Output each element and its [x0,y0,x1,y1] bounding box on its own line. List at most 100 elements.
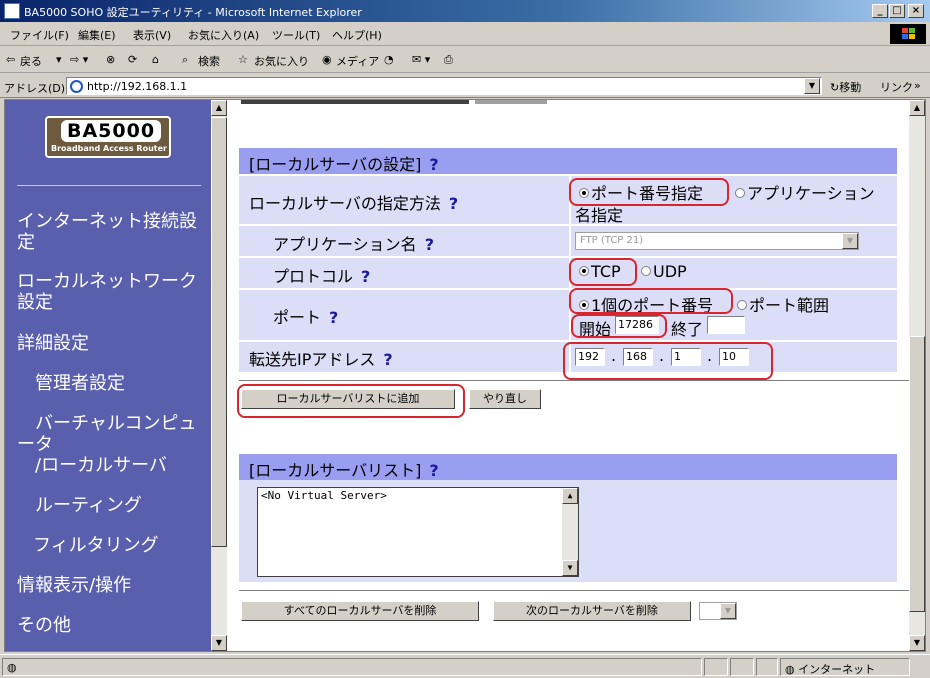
radio-udp[interactable]: UDP [641,262,687,281]
radio-port-range[interactable]: ポート範囲 [737,292,829,316]
nav-internet-connection[interactable]: インターネット接続設定 [17,211,203,253]
address-url: http://192.168.1.1 [87,80,188,93]
delete-target-select[interactable]: ▼ [699,602,737,620]
scroll-down-icon[interactable]: ▼ [211,635,227,651]
reset-button[interactable]: やり直し [469,389,541,409]
close-button[interactable]: × [908,4,924,18]
scroll-up-icon[interactable]: ▲ [909,100,925,116]
address-dropdown-icon[interactable]: ▼ [804,78,820,94]
radio-off-icon[interactable] [737,299,747,310]
media-button[interactable]: メディア [336,53,379,69]
radio-off-icon[interactable] [735,187,745,198]
help-link[interactable]: ? [361,267,370,286]
main-panel: [ローカルサーバの設定]? ローカルサーバの指定方法? ポート番号指定 アプリケ… [227,100,909,651]
nav-local-server[interactable]: /ローカルサーバ [35,455,167,476]
menu-tools[interactable]: ツール(T) [272,27,320,43]
application-select[interactable]: FTP (TCP 21) ▼ [575,232,859,250]
stop-icon[interactable]: ⊗ [106,53,115,66]
links-chevron-icon[interactable]: » [914,79,921,92]
print-icon[interactable]: ⎙ [444,53,453,67]
nav-routing[interactable]: ルーティング [35,495,142,516]
go-label: 移動 [839,81,862,94]
scroll-up-icon[interactable]: ▲ [211,100,227,116]
favorites-button[interactable]: お気に入り [254,53,309,69]
page-scrollbar[interactable]: ▲ ▼ [909,100,925,651]
help-link[interactable]: ? [425,235,434,254]
radio-off-icon[interactable] [641,265,651,276]
menu-favorites[interactable]: お気に入り(A) [188,27,259,43]
scroll-down-icon[interactable]: ▼ [909,635,925,651]
local-server-settings-header: [ローカルサーバの設定]? [239,148,897,174]
menu-edit[interactable]: 編集(E) [78,27,116,43]
help-link[interactable]: ? [429,155,438,174]
local-server-list-textarea[interactable]: <No Virtual Server> ▲ ▼ [257,487,579,577]
appname-value: FTP (TCP 21) ▼ [569,226,897,256]
help-link[interactable]: ? [329,308,338,327]
highlight-port-number [569,178,729,206]
search-button[interactable]: 検索 [198,53,220,69]
links-button[interactable]: リンク [880,79,913,95]
nav-admin[interactable]: 管理者設定 [35,373,125,394]
browser-content: BA5000 Broadband Access Router インターネット接続… [4,99,926,652]
help-link[interactable]: ? [449,194,458,213]
appname-label: アプリケーション名? [273,231,434,255]
mail-icon[interactable]: ✉ ▾ [412,53,430,66]
delete-all-button[interactable]: すべてのローカルサーバを削除 [241,601,479,621]
toolbar: ⇦ 戻る ▾ ⇨ ▾ ⊗ ⟳ ⌂ ⌕ 検索 ☆ お気に入り ◉ メディア ◔ ✉… [0,47,930,73]
menu-help[interactable]: ヘルプ(H) [332,27,382,43]
delete-next-button[interactable]: 次のローカルサーバを削除 [493,601,691,621]
scroll-up-icon[interactable]: ▲ [562,488,578,504]
page-scroll-thumb[interactable] [909,336,925,612]
sidebar-divider [17,185,201,186]
nav-filtering[interactable]: フィルタリング [33,535,159,556]
top-cut-element [241,100,469,104]
nav-virtual-computer[interactable]: バーチャルコンピュータ [17,413,203,455]
ie-page-icon [70,80,83,93]
forward-arrow-icon[interactable]: ⇨ ▾ [70,53,88,66]
help-link[interactable]: ? [383,350,392,369]
maximize-button[interactable]: □ [889,4,905,18]
sidebar-scroll-thumb[interactable] [211,117,227,547]
windows-logo-icon [890,24,926,44]
back-arrow-icon[interactable]: ⇦ [6,53,15,66]
title-bar: BA5000 SOHO 設定ユーティリティ - Microsoft Intern… [0,0,930,22]
nav-other[interactable]: その他 [17,615,71,636]
port-end-input[interactable] [707,316,745,334]
favorites-icon[interactable]: ☆ [238,53,248,66]
scroll-down-icon[interactable]: ▼ [562,560,578,576]
address-label: アドレス(D) [4,82,66,95]
radio-udp-label: UDP [653,262,687,281]
status-zone-label: インターネット [798,663,876,676]
sidebar-scrollbar[interactable]: ▲ ▼ [211,100,227,651]
method-label: ローカルサーバの指定方法? [249,190,458,214]
port-end-label: 終了 [671,320,704,339]
radio-application[interactable]: アプリケーション [735,180,875,204]
radio-port-range-label: ポート範囲 [749,296,830,315]
logo-subtext: Broadband Access Router [51,144,167,153]
back-button[interactable]: 戻る [20,53,42,69]
menu-file[interactable]: ファイル(F) [10,27,69,43]
minimize-button[interactable]: _ [872,4,888,18]
chevron-down-icon[interactable]: ▼ [720,603,736,619]
history-icon[interactable]: ◔ [384,53,394,66]
back-dropdown-icon[interactable]: ▾ [56,53,62,66]
address-input[interactable]: http://192.168.1.1 [66,77,822,95]
nav-advanced[interactable]: 詳細設定 [17,333,89,354]
textarea-scrollbar[interactable]: ▲ ▼ [562,488,578,576]
protocol-label-text: プロトコル [273,267,354,286]
media-icon[interactable]: ◉ [322,53,332,66]
home-icon[interactable]: ⌂ [152,53,159,66]
help-link[interactable]: ? [429,461,438,480]
search-icon[interactable]: ⌕ [182,53,188,67]
menu-view[interactable]: 表示(V) [133,27,171,43]
dest-ip-label: 転送先IPアドレス? [249,346,393,370]
chevron-down-icon[interactable]: ▼ [842,233,858,249]
go-button[interactable]: ↻移動 [830,79,861,95]
refresh-icon[interactable]: ⟳ [128,53,137,66]
nav-info[interactable]: 情報表示/操作 [17,575,131,596]
nav-local-network[interactable]: ローカルネットワーク設定 [17,271,203,313]
section-title: [ローカルサーバリスト] [249,461,422,480]
sidebar: BA5000 Broadband Access Router インターネット接続… [5,100,211,651]
highlight-ip [563,342,773,380]
radio-application-label: アプリケーション [747,184,875,203]
